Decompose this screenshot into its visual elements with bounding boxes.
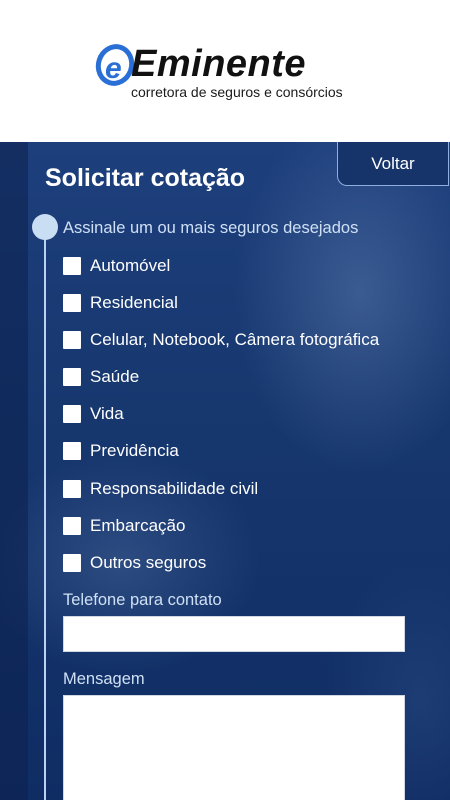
option-label: Celular, Notebook, Câmera fotográfica xyxy=(90,330,380,349)
option-outros-seguros[interactable]: Outros seguros xyxy=(63,551,206,575)
checkbox-embarcacao[interactable] xyxy=(63,517,81,535)
page-title: Solicitar cotação xyxy=(45,164,246,192)
logo-letter: e xyxy=(105,52,122,85)
checkbox-vida[interactable] xyxy=(63,405,81,423)
brand-logo: e Eminente corretora de seguros e consór… xyxy=(93,40,358,104)
option-label: Previdência xyxy=(90,441,179,460)
option-label: Automóvel xyxy=(90,256,171,275)
checkbox-responsabilidade-civil[interactable] xyxy=(63,480,81,498)
checkbox-saude[interactable] xyxy=(63,368,81,386)
panel-side-strip xyxy=(0,142,28,800)
phone-label: Telefone para contato xyxy=(63,591,222,609)
option-label: Residencial xyxy=(90,293,178,312)
timeline-dot-icon xyxy=(32,214,58,240)
option-vida[interactable]: Vida xyxy=(63,402,124,426)
option-residencial[interactable]: Residencial xyxy=(63,291,178,315)
option-label: Responsabilidade civil xyxy=(90,479,259,498)
option-label: Outros seguros xyxy=(90,553,207,572)
option-celular-notebook-camera[interactable]: Celular, Notebook, Câmera fotográfica xyxy=(63,328,379,352)
message-textarea[interactable] xyxy=(63,695,405,800)
option-label: Saúde xyxy=(90,367,140,386)
app-header: e Eminente corretora de seguros e consór… xyxy=(0,0,450,142)
option-label: Vida xyxy=(90,404,124,423)
timeline-line xyxy=(44,226,46,800)
message-label: Mensagem xyxy=(63,670,145,688)
brand-tagline: corretora de seguros e consórcios xyxy=(131,84,343,100)
option-automovel[interactable]: Automóvel xyxy=(63,254,170,278)
option-previdencia[interactable]: Previdência xyxy=(63,439,179,463)
option-responsabilidade-civil[interactable]: Responsabilidade civil xyxy=(63,477,258,501)
option-embarcacao[interactable]: Embarcação xyxy=(63,514,185,538)
checkbox-outros-seguros[interactable] xyxy=(63,554,81,572)
option-label: Embarcação xyxy=(90,516,186,535)
brand-name: Eminente xyxy=(131,43,307,85)
insurance-instruction: Assinale um ou mais seguros desejados xyxy=(63,219,359,237)
option-saude[interactable]: Saúde xyxy=(63,365,139,389)
phone-input[interactable] xyxy=(63,616,405,652)
checkbox-celular-notebook-camera[interactable] xyxy=(63,331,81,349)
checkbox-residencial[interactable] xyxy=(63,294,81,312)
quote-form-panel: Voltar Solicitar cotação Assinale um ou … xyxy=(0,142,450,800)
checkbox-automovel[interactable] xyxy=(63,257,81,275)
back-button[interactable]: Voltar xyxy=(337,142,449,186)
checkbox-previdencia[interactable] xyxy=(63,442,81,460)
